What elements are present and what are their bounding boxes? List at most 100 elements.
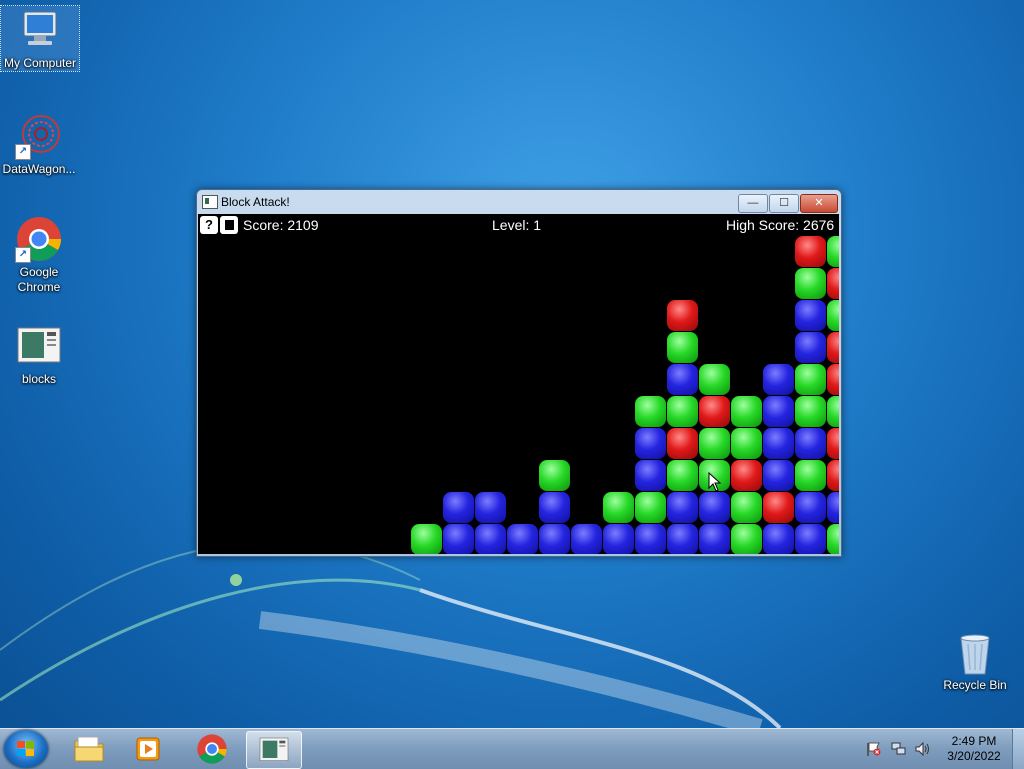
block-green[interactable] <box>667 460 698 491</box>
block-green[interactable] <box>635 396 666 427</box>
block-blue[interactable] <box>635 460 666 491</box>
taskbar-chrome[interactable] <box>185 731 239 767</box>
block-green[interactable] <box>731 524 762 554</box>
block-blue[interactable] <box>635 428 666 459</box>
block-green[interactable] <box>635 492 666 523</box>
volume-icon[interactable] <box>915 742 931 756</box>
computer-icon <box>16 6 64 54</box>
block-red[interactable] <box>667 428 698 459</box>
block-blue[interactable] <box>667 492 698 523</box>
desktop-icon-google-chrome[interactable]: ↗ Google Chrome <box>0 215 78 295</box>
block-blue[interactable] <box>763 364 794 395</box>
block-green[interactable] <box>731 492 762 523</box>
block-red[interactable] <box>763 492 794 523</box>
block-red[interactable] <box>827 268 839 299</box>
clock-date: 3/20/2022 <box>947 749 1001 763</box>
block-blue[interactable] <box>667 524 698 554</box>
block-blue[interactable] <box>443 492 474 523</box>
chrome-icon: ↗ <box>15 215 63 263</box>
block-green[interactable] <box>827 524 839 554</box>
block-green[interactable] <box>539 460 570 491</box>
block-blue[interactable] <box>795 492 826 523</box>
block-green[interactable] <box>603 492 634 523</box>
block-blue[interactable] <box>795 428 826 459</box>
block-blue[interactable] <box>699 492 730 523</box>
block-green[interactable] <box>827 300 839 331</box>
action-center-flag-icon[interactable] <box>866 742 882 756</box>
block-blue[interactable] <box>795 332 826 363</box>
datawagon-icon: ↗ <box>15 112 63 160</box>
block-blue[interactable] <box>603 524 634 554</box>
desktop-icon-label: My Computer <box>3 56 77 70</box>
start-button[interactable] <box>4 730 48 768</box>
block-green[interactable] <box>795 268 826 299</box>
block-blue[interactable] <box>763 396 794 427</box>
start-orb-icon <box>17 741 34 756</box>
block-blue[interactable] <box>763 460 794 491</box>
block-green[interactable] <box>731 396 762 427</box>
block-blue[interactable] <box>827 492 839 523</box>
help-button[interactable]: ? <box>200 216 218 234</box>
desktop-icon-label: Recycle Bin <box>943 678 1007 692</box>
desktop-icon-recycle-bin[interactable]: Recycle Bin <box>936 628 1014 693</box>
window-titlebar[interactable]: Block Attack! — ☐ ✕ <box>197 190 841 214</box>
block-blue[interactable] <box>763 524 794 554</box>
block-green[interactable] <box>699 428 730 459</box>
block-blue[interactable] <box>539 492 570 523</box>
taskbar-media-player[interactable] <box>122 731 176 767</box>
taskbar-file-explorer[interactable] <box>62 731 116 767</box>
block-green[interactable] <box>731 428 762 459</box>
block-red[interactable] <box>827 364 839 395</box>
block-red[interactable] <box>795 236 826 267</box>
block-green[interactable] <box>827 236 839 267</box>
blocks-app-icon <box>259 737 289 761</box>
block-blue[interactable] <box>699 524 730 554</box>
block-green[interactable] <box>827 396 839 427</box>
minimize-button[interactable]: — <box>738 194 768 213</box>
system-clock[interactable]: 2:49 PM 3/20/2022 <box>936 734 1012 764</box>
close-button[interactable]: ✕ <box>800 194 838 213</box>
desktop-icon-my-computer[interactable]: My Computer <box>0 5 80 72</box>
block-green[interactable] <box>411 524 442 554</box>
block-blue[interactable] <box>507 524 538 554</box>
recycle-bin-icon <box>951 628 999 676</box>
block-blue[interactable] <box>475 524 506 554</box>
block-blue[interactable] <box>443 524 474 554</box>
stop-icon <box>224 220 234 230</box>
block-attack-window[interactable]: Block Attack! — ☐ ✕ ? Score: 2109 Level:… <box>196 189 842 557</box>
file-explorer-icon <box>74 736 104 762</box>
block-blue[interactable] <box>635 524 666 554</box>
clock-time: 2:49 PM <box>951 734 997 748</box>
level-display: Level: 1 <box>492 217 542 233</box>
block-green[interactable] <box>795 396 826 427</box>
block-blue[interactable] <box>667 364 698 395</box>
block-green[interactable] <box>795 364 826 395</box>
block-red[interactable] <box>731 460 762 491</box>
desktop-icon-blocks[interactable]: blocks <box>0 322 78 387</box>
block-green[interactable] <box>667 396 698 427</box>
block-red[interactable] <box>699 396 730 427</box>
desktop-icon-datawagon[interactable]: ↗ DataWagon... <box>0 112 78 177</box>
score-display: Score: 2109 <box>243 217 319 233</box>
show-desktop-button[interactable] <box>1012 729 1024 769</box>
block-red[interactable] <box>827 332 839 363</box>
block-green[interactable] <box>667 332 698 363</box>
block-blue[interactable] <box>763 428 794 459</box>
block-red[interactable] <box>827 428 839 459</box>
blocks-app-icon <box>15 322 63 370</box>
stop-button[interactable] <box>220 216 238 234</box>
block-blue[interactable] <box>795 524 826 554</box>
taskbar-blocks-active[interactable] <box>246 731 302 769</box>
game-board[interactable]: ? Score: 2109 Level: 1 High Score: 2676 <box>198 214 839 554</box>
network-icon[interactable] <box>891 742 907 756</box>
desktop-icon-label: DataWagon... <box>2 162 76 176</box>
block-red[interactable] <box>827 460 839 491</box>
block-blue[interactable] <box>571 524 602 554</box>
block-green[interactable] <box>699 364 730 395</box>
block-green[interactable] <box>795 460 826 491</box>
maximize-button[interactable]: ☐ <box>769 194 799 213</box>
block-blue[interactable] <box>795 300 826 331</box>
block-blue[interactable] <box>539 524 570 554</box>
block-red[interactable] <box>667 300 698 331</box>
block-blue[interactable] <box>475 492 506 523</box>
